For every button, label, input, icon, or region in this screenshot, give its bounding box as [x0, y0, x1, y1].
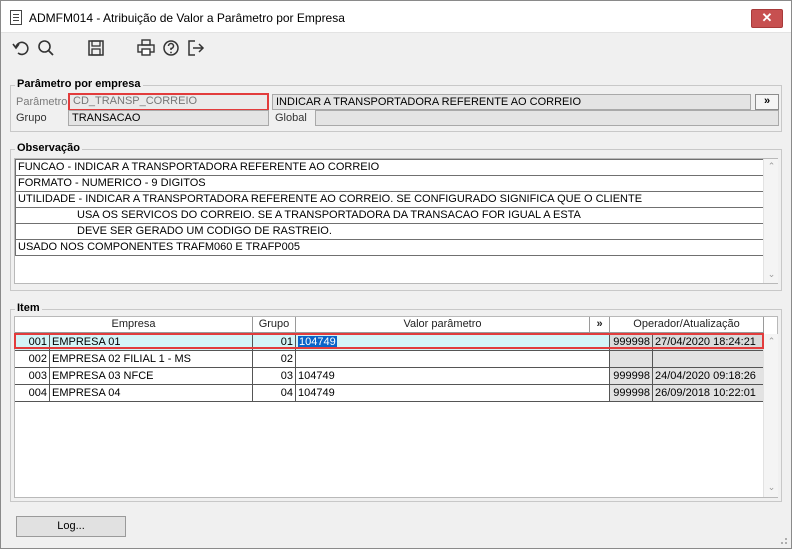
grupo-cell: 01: [253, 334, 296, 351]
atualizacao-cell: 24/04/2020 09:18:26: [653, 368, 764, 385]
application-window: ADMFM014 - Atribuição de Valor a Parâmet…: [0, 0, 792, 549]
column-header-grupo[interactable]: Grupo: [253, 317, 296, 333]
param-code-field[interactable]: CD_TRANSP_CORREIO: [68, 93, 269, 111]
operador-cell: 999998: [610, 368, 653, 385]
scroll-down-icon[interactable]: ⌄: [764, 269, 779, 280]
param-group-title: Parâmetro por empresa: [15, 78, 143, 90]
observation-line: DEVE SER GERADO UM CODIGO DE RASTREIO.: [15, 223, 764, 240]
global-label: Global: [275, 112, 307, 124]
grupo-cell: 03: [253, 368, 296, 385]
empresa-code-cell: 003: [15, 368, 50, 385]
table-row[interactable]: 002 EMPRESA 02 FILIAL 1 - MS 02: [15, 351, 764, 368]
grupo-cell: 04: [253, 385, 296, 402]
empresa-code-cell: 002: [15, 351, 50, 368]
observation-line: USA OS SERVICOS DO CORREIO. SE A TRANSPO…: [15, 207, 764, 224]
grupo-cell: 02: [253, 351, 296, 368]
item-grid: Empresa Grupo Valor parâmetro » Operador…: [14, 316, 778, 498]
observation-line: FUNCAO - INDICAR A TRANSPORTADORA REFERE…: [15, 159, 764, 176]
empresa-code-cell: 004: [15, 385, 50, 402]
observation-group-title: Observação: [15, 142, 82, 154]
observation-textarea[interactable]: FUNCAO - INDICAR A TRANSPORTADORA REFERE…: [14, 158, 778, 284]
exit-icon[interactable]: [186, 38, 206, 58]
observation-line: USADO NOS COMPONENTES TRAFM060 E TRAFP00…: [15, 239, 764, 256]
observation-line: UTILIDADE - INDICAR A TRANSPORTADORA REF…: [15, 191, 764, 208]
valor-cell[interactable]: 104749: [296, 334, 610, 351]
window-title: ADMFM014 - Atribuição de Valor a Parâmet…: [29, 11, 345, 25]
table-row[interactable]: 001 EMPRESA 01 01 104749 999998 27/04/20…: [15, 334, 764, 351]
log-button[interactable]: Log...: [16, 516, 126, 537]
item-grid-scrollbar[interactable]: ⌃ ⌄: [763, 334, 778, 497]
search-icon[interactable]: [36, 38, 56, 58]
operador-cell: 999998: [610, 334, 653, 351]
valor-cell[interactable]: 104749: [296, 368, 610, 385]
empresa-name-cell: EMPRESA 01: [50, 334, 253, 351]
scroll-down-icon[interactable]: ⌄: [764, 482, 779, 493]
param-description-field: INDICAR A TRANSPORTADORA REFERENTE AO CO…: [272, 94, 751, 110]
close-button[interactable]: ✕: [751, 9, 783, 28]
resize-grip-icon[interactable]: [778, 535, 788, 545]
toolbar: [1, 34, 791, 62]
operador-cell: [610, 351, 653, 368]
help-icon[interactable]: [161, 38, 181, 58]
column-header-valor[interactable]: Valor parâmetro: [296, 317, 590, 333]
empresa-code-cell: 001: [15, 334, 50, 351]
undo-icon[interactable]: [11, 38, 31, 58]
valor-cell[interactable]: 104749: [296, 385, 610, 402]
observation-scrollbar[interactable]: ⌃ ⌄: [763, 159, 778, 283]
save-icon[interactable]: [86, 38, 106, 58]
document-icon: [10, 10, 22, 25]
atualizacao-cell: 26/09/2018 10:22:01: [653, 385, 764, 402]
group-field: TRANSACAO: [68, 110, 269, 126]
observation-line: FORMATO - NUMERICO - 9 DIGITOS: [15, 175, 764, 192]
table-row[interactable]: 004 EMPRESA 04 04 104749 999998 26/09/20…: [15, 385, 764, 402]
column-header-operador[interactable]: Operador/Atualização: [610, 317, 764, 333]
operador-cell: 999998: [610, 385, 653, 402]
scroll-up-icon[interactable]: ⌃: [764, 161, 779, 172]
atualizacao-cell: [653, 351, 764, 368]
empresa-name-cell: EMPRESA 02 FILIAL 1 - MS: [50, 351, 253, 368]
item-group-title: Item: [15, 302, 42, 314]
valor-cell[interactable]: [296, 351, 610, 368]
valor-expand-button[interactable]: »: [590, 317, 610, 333]
valor-value[interactable]: 104749: [298, 336, 337, 348]
param-label: Parâmetro: [16, 96, 68, 108]
print-icon[interactable]: [136, 38, 156, 58]
global-field: [315, 110, 779, 126]
scroll-up-icon[interactable]: ⌃: [764, 336, 779, 347]
empresa-name-cell: EMPRESA 04: [50, 385, 253, 402]
table-row[interactable]: 003 EMPRESA 03 NFCE 03 104749 999998 24/…: [15, 368, 764, 385]
group-label: Grupo: [16, 112, 47, 124]
column-header-empresa[interactable]: Empresa: [15, 317, 253, 333]
atualizacao-cell: 27/04/2020 18:24:21: [653, 334, 764, 351]
empresa-name-cell: EMPRESA 03 NFCE: [50, 368, 253, 385]
title-bar: ADMFM014 - Atribuição de Valor a Parâmet…: [1, 1, 791, 33]
param-expand-button[interactable]: »: [755, 94, 779, 110]
